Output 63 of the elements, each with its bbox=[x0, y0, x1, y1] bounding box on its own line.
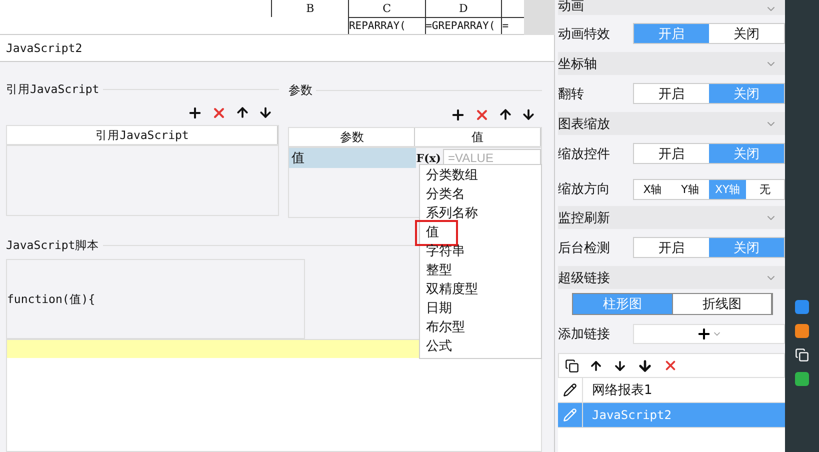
section-header[interactable]: 坐标轴 bbox=[558, 52, 785, 75]
plus-icon bbox=[696, 326, 712, 342]
dialog-title: JavaScript2 bbox=[6, 41, 82, 55]
formula-cell: REPARRAY( bbox=[348, 17, 425, 34]
column-title: 值 bbox=[472, 128, 484, 146]
move-down-icon[interactable] bbox=[613, 358, 627, 372]
menu-item[interactable]: 系列名称 bbox=[420, 204, 541, 223]
move-up-icon[interactable] bbox=[589, 358, 603, 372]
delete-icon[interactable] bbox=[474, 107, 490, 123]
section-title: 超级链接 bbox=[558, 270, 610, 286]
section-title: 监控刷新 bbox=[558, 210, 610, 226]
property-label: 添加链接 bbox=[558, 326, 611, 343]
menu-item[interactable]: 日期 bbox=[420, 299, 541, 318]
link-label: 网络报表1 bbox=[591, 382, 652, 399]
menu-item[interactable]: 整型 bbox=[420, 261, 541, 280]
app-icon[interactable] bbox=[795, 324, 809, 338]
section-header[interactable]: 监控刷新 bbox=[558, 206, 785, 229]
column-header: C bbox=[382, 1, 392, 17]
menu-item[interactable]: 公式 bbox=[420, 337, 541, 356]
menu-item[interactable]: 值 bbox=[420, 223, 541, 242]
pencil-icon bbox=[563, 408, 577, 422]
move-up-icon[interactable] bbox=[235, 105, 250, 120]
column-title: 引用JavaScript bbox=[96, 128, 189, 142]
link-label: JavaScript2 bbox=[591, 408, 672, 422]
pencil-icon bbox=[563, 383, 577, 397]
move-down-icon[interactable] bbox=[258, 105, 274, 120]
param-name-cell[interactable]: 值 bbox=[289, 148, 416, 168]
move-down-icon[interactable] bbox=[521, 107, 536, 122]
section-title: 坐标轴 bbox=[558, 56, 597, 72]
app-icon[interactable] bbox=[795, 300, 809, 314]
move-bottom-icon[interactable] bbox=[637, 358, 653, 374]
section-header[interactable]: 图表缩放 bbox=[558, 112, 785, 135]
column-title: 参数 bbox=[340, 128, 364, 146]
property-label: 翻转 bbox=[558, 86, 585, 102]
property-label: 后台检测 bbox=[558, 240, 611, 256]
column-header: D bbox=[458, 1, 469, 17]
move-up-icon[interactable] bbox=[498, 107, 513, 122]
chart-tab[interactable]: 折线图 bbox=[672, 294, 772, 314]
section-title: 图表缩放 bbox=[558, 116, 610, 132]
group-title: JavaScript脚本 bbox=[6, 238, 100, 253]
add-icon[interactable] bbox=[450, 107, 466, 123]
function-signature: function(值){ bbox=[7, 292, 96, 306]
menu-item[interactable]: 布尔型 bbox=[420, 318, 541, 337]
property-label: 动画特效 bbox=[558, 26, 611, 42]
section-title: 动画 bbox=[558, 0, 584, 15]
property-label: 缩放控件 bbox=[558, 146, 611, 162]
formula-cell: =GREPARRAY( bbox=[426, 17, 502, 34]
section-header[interactable]: 超级链接 bbox=[558, 266, 785, 289]
formula-button[interactable]: F(x) bbox=[416, 152, 441, 164]
copy-icon[interactable] bbox=[565, 358, 579, 372]
scrollbar[interactable] bbox=[524, 0, 555, 35]
menu-item[interactable]: 字符串 bbox=[420, 242, 541, 261]
group-title: 参数 bbox=[288, 82, 312, 99]
menu-item[interactable]: 分类数组 bbox=[420, 166, 541, 185]
menu-item[interactable]: 双精度型 bbox=[420, 280, 541, 299]
menu-item[interactable]: 分类名 bbox=[420, 185, 541, 204]
delete-icon[interactable] bbox=[663, 358, 678, 373]
group-title: 引用JavaScript bbox=[6, 82, 100, 97]
section-header[interactable]: 动画 bbox=[558, 0, 785, 15]
property-label: 缩放方向 bbox=[558, 181, 611, 198]
add-icon[interactable] bbox=[187, 105, 204, 121]
link-list-item[interactable]: 网络报表1 bbox=[558, 378, 785, 403]
column-header: B bbox=[305, 1, 316, 17]
